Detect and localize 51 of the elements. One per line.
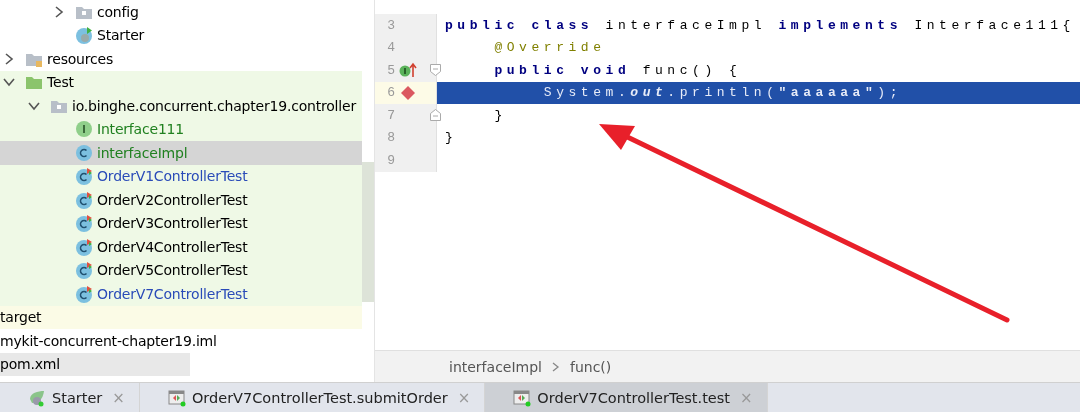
code-editor[interactable]: 3 public class interfaceImpl implements Interface111{ 4 @Override 5 public void func() { 6 System.out.println("aaaaaa"); 7 } 8 } 9 <box>375 0 1080 351</box>
line-number: 5 <box>386 62 395 78</box>
tree-item[interactable]: mykit-concurrent-chapter19.iml <box>0 329 362 353</box>
tree-item[interactable]: OrderV1ControllerTest <box>0 164 362 188</box>
tree-item[interactable]: OrderV2ControllerTest <box>0 188 362 212</box>
line-number: 9 <box>386 152 395 168</box>
line-number: 3 <box>386 17 395 33</box>
code-line: public class interfaceImpl implements Interface111{ <box>445 17 1075 33</box>
test-class-icon <box>75 284 93 303</box>
line-number: 7 <box>386 107 395 123</box>
interface-icon <box>75 120 93 139</box>
code-line: @Override <box>493 40 606 56</box>
test-class-icon <box>75 237 93 256</box>
tree-item[interactable]: OrderV3ControllerTest <box>0 211 362 235</box>
test-class-icon <box>75 214 93 233</box>
tree-item[interactable]: OrderV5ControllerTest <box>0 258 362 282</box>
run-tab[interactable]: Starter × <box>0 383 140 412</box>
tree-item[interactable]: resources <box>0 47 362 71</box>
code-line: } <box>493 107 507 123</box>
implements-marker-icon[interactable] <box>399 62 417 78</box>
tree-item[interactable]: interfaceImpl <box>0 141 362 165</box>
tree-item[interactable]: io.binghe.concurrent.chapter19.controller <box>0 94 362 118</box>
code-line: } <box>445 130 458 146</box>
class-icon <box>75 143 93 162</box>
chevron-icon <box>552 361 560 372</box>
test-run-icon <box>513 388 532 407</box>
run-tab[interactable]: OrderV7ControllerTest.test × <box>485 383 768 412</box>
tree-item[interactable]: Starter <box>0 23 362 47</box>
test-class-icon <box>75 190 93 209</box>
run-tab[interactable]: OrderV7ControllerTest.submitOrder × <box>139 383 486 412</box>
test-class-icon <box>75 167 93 186</box>
breakpoint-icon[interactable] <box>399 84 417 101</box>
line-number: 8 <box>386 130 395 146</box>
line-number: 6 <box>386 85 395 101</box>
tree-item[interactable]: pom.xml <box>0 352 190 376</box>
scrollbar[interactable] <box>362 162 374 302</box>
line-number: 4 <box>386 40 395 56</box>
tree-item[interactable]: config <box>0 0 362 24</box>
test-class-icon <box>75 261 93 280</box>
tree-item[interactable]: Interface111 <box>0 117 362 141</box>
tree-item[interactable]: Test <box>0 70 362 94</box>
breadcrumb[interactable]: interfaceImpl <box>449 358 542 375</box>
breadcrumb[interactable]: func() <box>570 358 612 375</box>
tree-item[interactable]: target <box>0 305 362 329</box>
tree-item[interactable]: OrderV7ControllerTest <box>0 282 362 306</box>
tree-item[interactable]: OrderV4ControllerTest <box>0 235 362 259</box>
class-icon <box>75 26 93 45</box>
run-config-icon <box>28 388 46 407</box>
selected-code-line: System.out.println("aaaaaa"); <box>542 85 903 101</box>
test-run-icon <box>167 388 186 407</box>
code-line: public void func() { <box>493 62 742 78</box>
